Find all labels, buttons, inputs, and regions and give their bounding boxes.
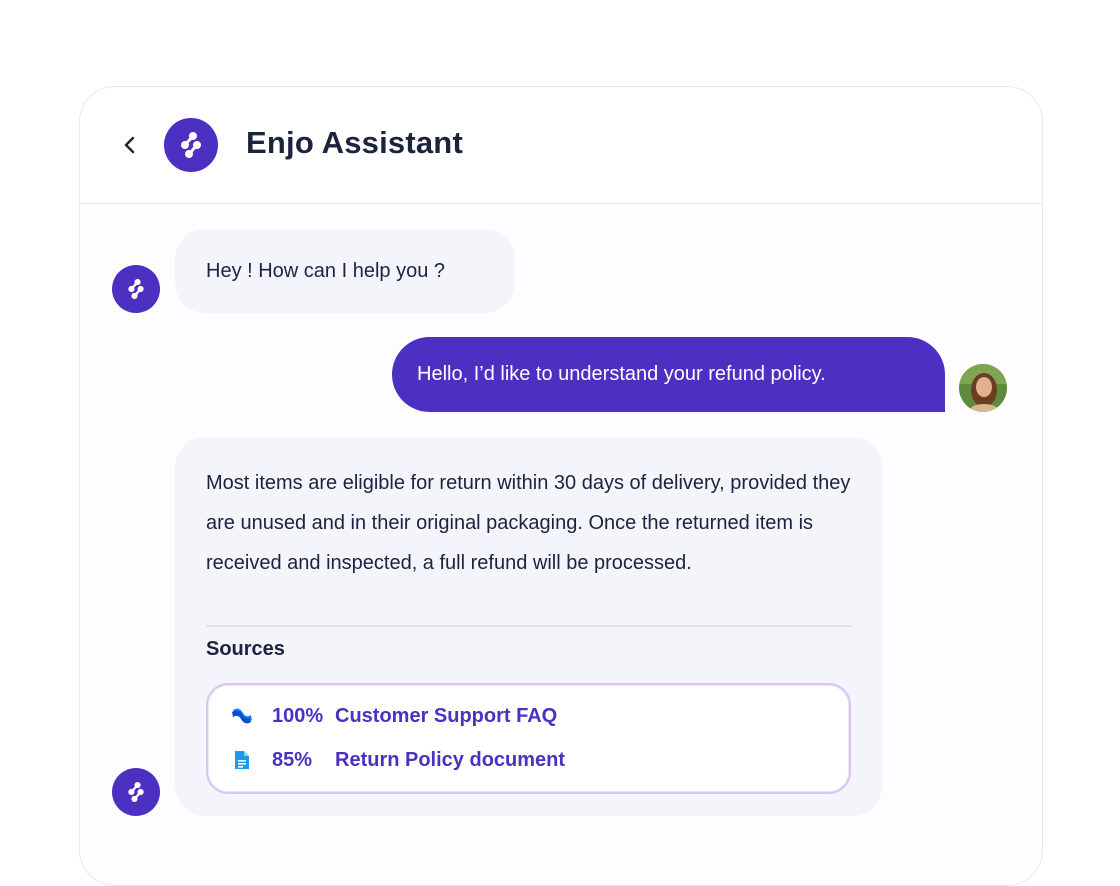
chat-title: Enjo Assistant	[246, 125, 463, 160]
source-title: Customer Support FAQ	[335, 704, 558, 727]
bot-message: Most items are eligible for return withi…	[175, 437, 882, 816]
enjo-logo-icon	[128, 279, 144, 299]
bot-message: Hey ! How can I help you ?	[175, 229, 515, 313]
chat-window: Enjo Assistant Hey ! How can I help you …	[79, 86, 1043, 886]
chat-header: Enjo Assistant	[80, 87, 1042, 204]
source-item[interactable]: 100% Customer Support FAQ	[230, 701, 557, 731]
source-title: Return Policy document	[335, 748, 566, 771]
message-text: Hey ! How can I help you ?	[206, 259, 446, 282]
message-text: Most items are eligible for return withi…	[206, 472, 851, 574]
chevron-left-icon	[124, 136, 135, 154]
enjo-logo-icon	[128, 782, 144, 802]
divider	[206, 625, 852, 627]
message-text: Hello, I’d like to understand your refun…	[417, 363, 826, 385]
bot-avatar	[112, 265, 160, 313]
user-avatar	[959, 364, 1007, 412]
source-score: 100%	[272, 704, 324, 727]
document-icon	[230, 748, 254, 772]
user-message: Hello, I’d like to understand your refun…	[392, 337, 945, 412]
confluence-icon	[230, 704, 254, 728]
enjo-logo-icon	[164, 118, 218, 172]
message-list: Hey ! How can I help you ? Hello, I’d li…	[80, 204, 1042, 885]
back-button[interactable]	[114, 129, 146, 161]
source-score: 85%	[272, 748, 313, 771]
sources-heading: Sources	[206, 638, 285, 660]
source-item[interactable]: 85% Return Policy document	[230, 745, 565, 775]
bot-avatar	[112, 768, 160, 816]
sources-list: 100% Customer Support FAQ 85% Return Pol…	[206, 683, 851, 794]
